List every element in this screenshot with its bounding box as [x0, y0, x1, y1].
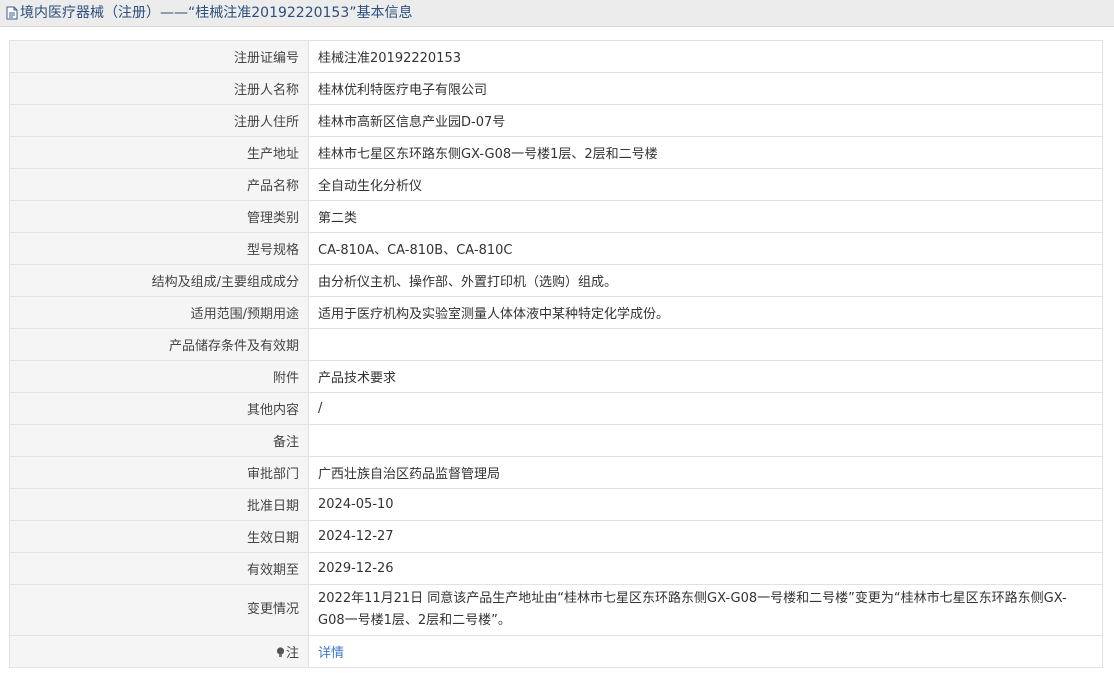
- row-label: 产品储存条件及有效期: [9, 328, 309, 361]
- table-row: 产品储存条件及有效期: [9, 328, 1103, 361]
- row-value: [308, 424, 1103, 457]
- row-label: 附件: [9, 360, 309, 393]
- note-label-cell: 注: [9, 635, 309, 668]
- row-label: 注册人住所: [9, 104, 309, 137]
- row-label: 批准日期: [9, 488, 309, 521]
- row-value: 桂林市高新区信息产业园D-07号: [308, 104, 1103, 137]
- row-label: 管理类别: [9, 200, 309, 233]
- row-value: 桂林优利特医疗电子有限公司: [308, 72, 1103, 105]
- row-value: 2024-05-10: [308, 488, 1103, 521]
- info-table: 注册证编号 桂械注准20192220153 注册人名称 桂林优利特医疗电子有限公司 …: [9, 40, 1103, 668]
- table-row: 适用范围/预期用途 适用于医疗机构及实验室测量人体体液中某种特定化学成份。: [9, 296, 1103, 329]
- row-value: /: [308, 392, 1103, 425]
- table-row: 产品名称 全自动生化分析仪: [9, 168, 1103, 201]
- table-row: 生产地址 桂林市七星区东环路东侧GX-G08一号楼1层、2层和二号楼: [9, 136, 1103, 169]
- row-value: 2029-12-26: [308, 552, 1103, 585]
- table-row: 变更情况 2022年11月21日 同意该产品生产地址由“桂林市七星区东环路东侧GX…: [9, 584, 1103, 636]
- row-label: 生产地址: [9, 136, 309, 169]
- row-value: 由分析仪主机、操作部、外置打印机（选购）组成。: [308, 264, 1103, 297]
- row-label: 有效期至: [9, 552, 309, 585]
- details-link[interactable]: 详情: [318, 646, 344, 661]
- row-value: 2022年11月21日 同意该产品生产地址由“桂林市七星区东环路东侧GX-G08…: [308, 584, 1103, 636]
- page-title: 境内医疗器械（注册）——“桂械注准20192220153”基本信息: [20, 5, 413, 21]
- table-row: 注册证编号 桂械注准20192220153: [9, 40, 1103, 73]
- table-row: 管理类别 第二类: [9, 200, 1103, 233]
- row-label: 注册证编号: [9, 40, 309, 73]
- row-label: 型号规格: [9, 232, 309, 265]
- table-row: 注册人名称 桂林优利特医疗电子有限公司: [9, 72, 1103, 105]
- page-header: 境内医疗器械（注册）——“桂械注准20192220153”基本信息: [0, 0, 1114, 27]
- row-value: CA-810A、CA-810B、CA-810C: [308, 232, 1103, 265]
- row-value: 2024-12-27: [308, 520, 1103, 553]
- row-value: 桂械注准20192220153: [308, 40, 1103, 73]
- note-row: 注 详情: [9, 635, 1103, 668]
- row-label: 生效日期: [9, 520, 309, 553]
- table-row: 附件 产品技术要求: [9, 360, 1103, 393]
- row-label: 备注: [9, 424, 309, 457]
- row-value: 产品技术要求: [308, 360, 1103, 393]
- row-label: 适用范围/预期用途: [9, 296, 309, 329]
- row-label: 审批部门: [9, 456, 309, 489]
- row-value: 全自动生化分析仪: [308, 168, 1103, 201]
- row-label: 产品名称: [9, 168, 309, 201]
- note-value-cell: 详情: [308, 635, 1103, 668]
- lightbulb-icon: [276, 647, 285, 657]
- table-row: 结构及组成/主要组成成分 由分析仪主机、操作部、外置打印机（选购）组成。: [9, 264, 1103, 297]
- row-value: 桂林市七星区东环路东侧GX-G08一号楼1层、2层和二号楼: [308, 136, 1103, 169]
- row-label: 注册人名称: [9, 72, 309, 105]
- table-row: 审批部门 广西壮族自治区药品监督管理局: [9, 456, 1103, 489]
- row-label: 结构及组成/主要组成成分: [9, 264, 309, 297]
- table-row: 注册人住所 桂林市高新区信息产业园D-07号: [9, 104, 1103, 137]
- table-row: 其他内容 /: [9, 392, 1103, 425]
- row-label: 变更情况: [9, 584, 309, 636]
- note-label: 注: [285, 646, 299, 661]
- table-row: 有效期至 2029-12-26: [9, 552, 1103, 585]
- document-icon: [6, 6, 18, 20]
- table-row: 备注: [9, 424, 1103, 457]
- row-value: 适用于医疗机构及实验室测量人体体液中某种特定化学成份。: [308, 296, 1103, 329]
- row-value: 第二类: [308, 200, 1103, 233]
- table-row: 型号规格 CA-810A、CA-810B、CA-810C: [9, 232, 1103, 265]
- table-row: 生效日期 2024-12-27: [9, 520, 1103, 553]
- table-row: 批准日期 2024-05-10: [9, 488, 1103, 521]
- row-label: 其他内容: [9, 392, 309, 425]
- row-value: [308, 328, 1103, 361]
- row-value: 广西壮族自治区药品监督管理局: [308, 456, 1103, 489]
